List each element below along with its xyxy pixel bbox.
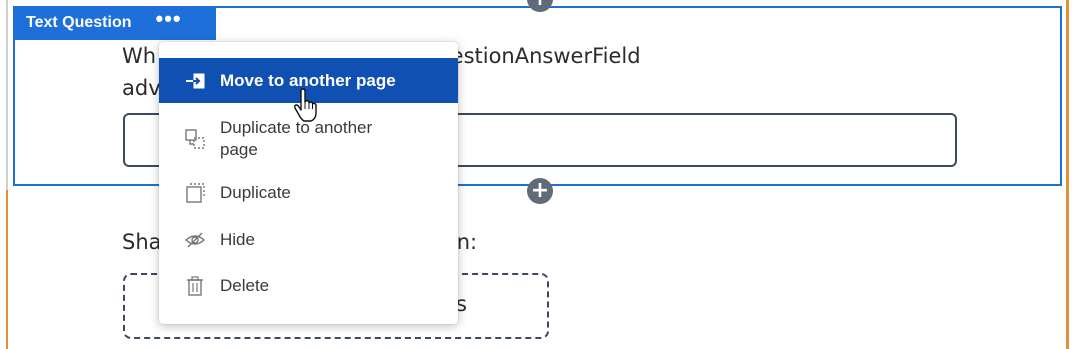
menu-item-delete[interactable]: Delete [159, 264, 458, 308]
menu-item-label: Delete [220, 276, 270, 295]
plus-icon: + [530, 178, 550, 203]
menu-item-label: Hide [220, 230, 255, 249]
question-context-menu: Move to another page Duplicate to anothe… [159, 42, 458, 324]
question-text-line2: adv [122, 76, 161, 100]
left-frame-line-orange [6, 190, 8, 349]
move-page-icon [183, 69, 207, 93]
add-question-above-button[interactable]: + [527, 0, 553, 12]
duplicate-icon [183, 181, 207, 205]
menu-item-hide[interactable]: Hide [159, 220, 458, 260]
hide-eye-icon [183, 228, 207, 252]
more-options-icon[interactable]: ••• [156, 8, 182, 30]
survey-editor-canvas: Text Question ••• Wh xampleQuestionAnswe… [0, 0, 1075, 349]
trash-icon [183, 274, 207, 298]
question-type-tab: Text Question ••• [13, 6, 216, 40]
duplicate-to-page-icon [183, 127, 207, 151]
menu-item-duplicate[interactable]: Duplicate [159, 172, 458, 214]
menu-item-label: Duplicate [220, 183, 291, 202]
hand-pointer-cursor-icon [292, 88, 322, 124]
question-type-label: Text Question [26, 14, 132, 31]
plus-icon: + [531, 0, 549, 11]
add-question-below-button[interactable]: + [527, 178, 553, 204]
right-frame-line [1066, 0, 1069, 349]
